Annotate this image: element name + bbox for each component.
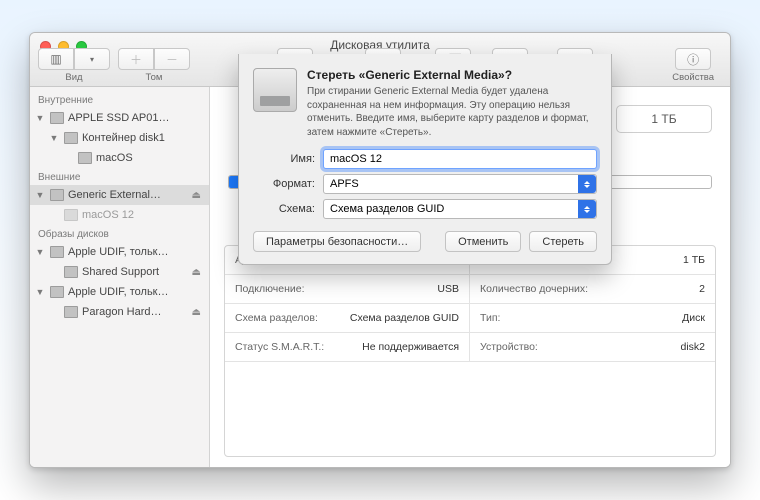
sidebar-item-paragon[interactable]: Paragon Hard… ⏏ <box>30 302 209 322</box>
scheme-row: Схема: Схема разделов GUID <box>253 199 597 219</box>
eject-icon[interactable]: ⏏ <box>192 190 201 201</box>
info-table: Адрес:Внешние Емкость:1 ТБ Подключение:U… <box>224 245 716 457</box>
sidebar-item-udif2[interactable]: ▼Apple UDIF, тольк… <box>30 282 209 302</box>
drive-icon <box>64 132 78 144</box>
cell-key: Количество дочерних: <box>480 283 588 295</box>
drive-icon <box>50 112 64 124</box>
dmg-icon <box>50 246 64 258</box>
sidebar-item-macos[interactable]: macOS <box>30 148 209 168</box>
sidebar-item-apple-ssd[interactable]: ▼APPLE SSD AP01… <box>30 108 209 128</box>
info-label: Свойства <box>672 72 714 83</box>
chevron-updown-icon <box>578 175 596 193</box>
table-row: Количество дочерних: 2 <box>470 275 715 304</box>
chevron-down-icon: ▾ <box>90 55 94 64</box>
toolbar-view-group: ▥ ▾ Вид <box>38 48 110 83</box>
view-label: Вид <box>65 72 82 83</box>
drive-icon <box>50 189 64 201</box>
sidebar-item-label: APPLE SSD AP01… <box>68 112 170 124</box>
sidebar-item-label: Контейнер disk1 <box>82 132 165 144</box>
volume-label: Том <box>146 72 163 83</box>
sidebar-item-label: Shared Support <box>82 266 159 278</box>
sidebar: Внутренние ▼APPLE SSD AP01… ▼Контейнер d… <box>30 87 210 467</box>
cell-val: 1 ТБ <box>683 254 705 266</box>
cell-val: 2 <box>699 283 705 295</box>
cell-key: Статус S.M.A.R.T.: <box>235 341 324 353</box>
eject-icon[interactable]: ⏏ <box>192 307 201 318</box>
cell-key: Схема разделов: <box>235 312 318 324</box>
name-input[interactable]: macOS 12 <box>323 149 597 169</box>
scheme-label: Схема: <box>253 203 315 215</box>
drive-large-icon <box>253 68 297 112</box>
scheme-value: Схема разделов GUID <box>330 203 444 215</box>
cancel-button[interactable]: Отменить <box>445 231 521 252</box>
erase-sheet: Стереть «Generic External Media»? При ст… <box>238 54 612 265</box>
cell-key: Тип: <box>480 312 500 324</box>
sidebar-item-generic-external[interactable]: ▼Generic External…⏏ <box>30 185 209 205</box>
cell-val: Не поддерживается <box>362 341 459 353</box>
name-input-text: macOS 12 <box>330 153 382 165</box>
sheet-header: Стереть «Generic External Media»? При ст… <box>253 68 597 139</box>
format-label: Формат: <box>253 178 315 190</box>
sidebar-item-label: Generic External… <box>68 189 161 201</box>
volume-icon <box>78 152 92 164</box>
sheet-desc: При стирании Generic External Media буде… <box>307 85 597 139</box>
sidebar-item-macos12[interactable]: macOS 12 <box>30 205 209 225</box>
cell-key: Устройство: <box>480 341 538 353</box>
sidebar-item-label: Apple UDIF, тольк… <box>68 286 169 298</box>
toolbar-volume-group: ＋ － Том <box>118 48 190 83</box>
view-menu-button[interactable]: ▾ <box>74 48 110 70</box>
format-value: APFS <box>330 178 359 190</box>
view-button[interactable]: ▥ <box>38 48 74 70</box>
table-row: Статус S.M.A.R.T.: Не поддерживается <box>225 333 470 362</box>
sidebar-cat-internal: Внутренние <box>30 91 209 108</box>
table-row: Устройство: disk2 <box>470 333 715 362</box>
sidebar-item-label: macOS 12 <box>82 209 134 221</box>
format-row: Формат: APFS <box>253 174 597 194</box>
erase-confirm-button[interactable]: Стереть <box>529 231 597 252</box>
sidebar-cat-images: Образы дисков <box>30 225 209 242</box>
sheet-buttons: Параметры безопасности… Отменить Стереть <box>253 231 597 252</box>
security-options-button[interactable]: Параметры безопасности… <box>253 231 421 252</box>
dmg-icon <box>50 286 64 298</box>
cell-val: USB <box>437 283 459 295</box>
name-row: Имя: macOS 12 <box>253 149 597 169</box>
disk-utility-window: Дисковая утилита ▥ ▾ Вид ＋ － Том <box>29 32 731 468</box>
table-row: Тип: Диск <box>470 304 715 333</box>
volume-icon <box>64 266 78 278</box>
info-icon: ⓘ <box>687 51 699 68</box>
volume-remove-button[interactable]: － <box>154 48 190 70</box>
table-row: Подключение: USB <box>225 275 470 304</box>
eject-icon[interactable]: ⏏ <box>192 267 201 278</box>
sidebar-item-label: Paragon Hard… <box>82 306 162 318</box>
sidebar-item-sharedsupport[interactable]: Shared Support ⏏ <box>30 262 209 282</box>
cell-val: disk2 <box>680 341 705 353</box>
sidebar-item-udif1[interactable]: ▼Apple UDIF, тольк… <box>30 242 209 262</box>
sidebar-item-container[interactable]: ▼Контейнер disk1 <box>30 128 209 148</box>
cell-val: Диск <box>682 312 705 324</box>
scheme-select[interactable]: Схема разделов GUID <box>323 199 597 219</box>
volume-icon <box>64 209 78 221</box>
sheet-title: Стереть «Generic External Media»? <box>307 68 597 82</box>
sidebar-cat-external: Внешние <box>30 168 209 185</box>
info-button[interactable]: ⓘ <box>675 48 711 70</box>
capacity-badge: 1 ТБ <box>616 105 712 133</box>
sidebar-item-label: macOS <box>96 152 133 164</box>
cell-val: Схема разделов GUID <box>350 312 459 324</box>
volume-add-button[interactable]: ＋ <box>118 48 154 70</box>
table-row: Схема разделов: Схема разделов GUID <box>225 304 470 333</box>
volume-icon <box>64 306 78 318</box>
format-select[interactable]: APFS <box>323 174 597 194</box>
chevron-updown-icon <box>578 200 596 218</box>
cell-key: Подключение: <box>235 283 305 295</box>
name-label: Имя: <box>253 153 315 165</box>
sidebar-item-label: Apple UDIF, тольк… <box>68 246 169 258</box>
sidebar-icon: ▥ <box>50 52 61 66</box>
